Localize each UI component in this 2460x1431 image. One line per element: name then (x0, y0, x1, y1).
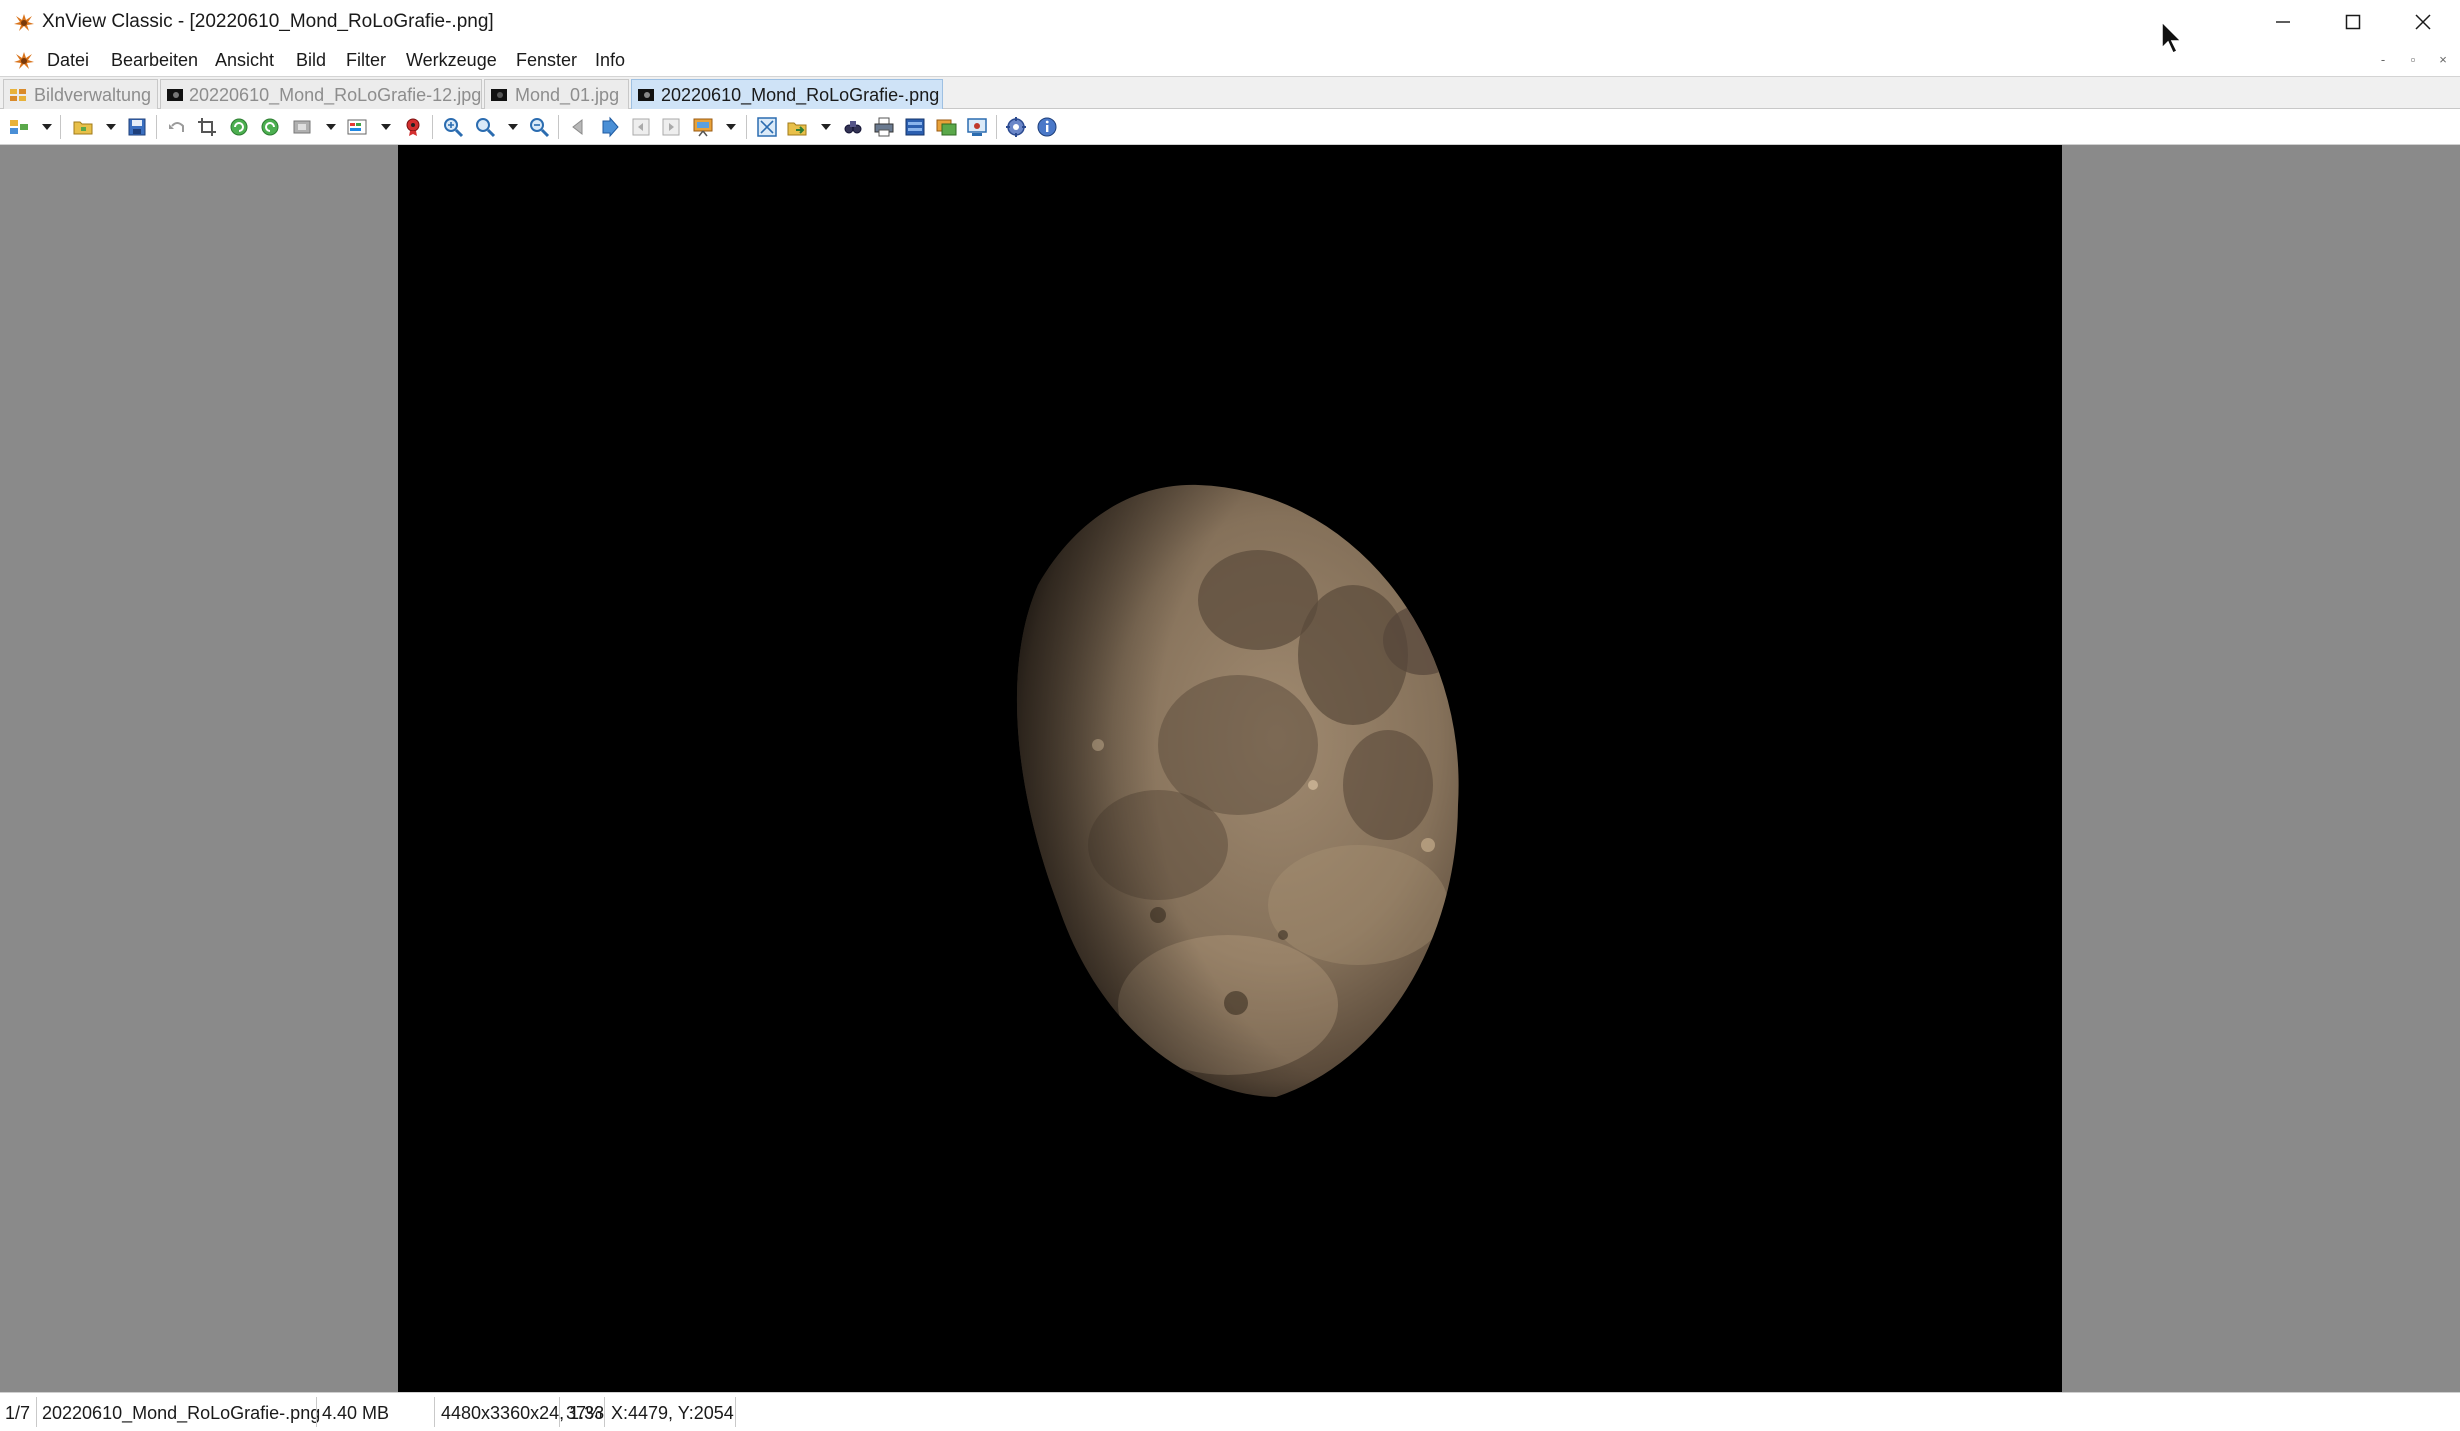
red-eye-icon[interactable] (402, 116, 424, 138)
xnview-app-icon (14, 14, 34, 31)
tab-bar: Bildverwaltung 20220610_Mond_RoLoGrafie-… (0, 76, 2460, 109)
chevron-down-icon[interactable] (508, 124, 518, 130)
menu-info[interactable]: Info (595, 49, 625, 71)
tab-label: Bildverwaltung (34, 85, 152, 105)
mdi-close-button[interactable]: × (2435, 52, 2451, 68)
status-bar: 1/7 20220610_Mond_RoLoGrafie-.png 4.40 M… (0, 1392, 2460, 1431)
zoom-icon[interactable] (474, 116, 496, 138)
crop-icon[interactable] (196, 116, 218, 138)
maximize-icon (2345, 14, 2361, 30)
tab-mond-01-jpg[interactable]: Mond_01.jpg (484, 79, 629, 109)
first-icon[interactable] (630, 116, 652, 138)
undo-icon[interactable] (166, 116, 188, 138)
find-icon[interactable] (842, 116, 864, 138)
toolbar-separator (60, 115, 61, 139)
toolbar-separator (432, 115, 433, 139)
previous-icon[interactable] (568, 116, 590, 138)
chevron-down-icon[interactable] (821, 124, 831, 130)
menu-fenster[interactable]: Fenster (516, 49, 577, 71)
mdi-restore-button[interactable]: ▫ (2405, 52, 2421, 68)
toolbar (0, 109, 2460, 145)
tab-mond-12-jpg[interactable]: 20220610_Mond_RoLoGrafie-12.jpg (160, 79, 482, 109)
menu-werkzeuge[interactable]: Werkzeuge (406, 49, 497, 71)
status-filename: 20220610_Mond_RoLoGrafie-.png (42, 1403, 321, 1423)
title-bar: XnView Classic - [20220610_Mond_RoLoGraf… (0, 0, 2460, 44)
print-icon[interactable] (873, 116, 895, 138)
screenshot-icon[interactable] (966, 116, 988, 138)
status-index: 1/7 (5, 1403, 31, 1423)
tab-label: Mond_01.jpg (515, 85, 620, 105)
status-separator (559, 1397, 560, 1427)
menu-bearbeiten[interactable]: Bearbeiten (111, 49, 198, 71)
image-viewer[interactable] (0, 145, 2460, 1392)
tab-mond-png[interactable]: 20220610_Mond_RoLoGrafie-.png (631, 79, 943, 109)
zoom-in-icon[interactable] (442, 116, 464, 138)
next-icon[interactable] (598, 116, 620, 138)
open-folder-icon[interactable] (72, 116, 94, 138)
last-icon[interactable] (660, 116, 682, 138)
capture-icon[interactable] (935, 116, 957, 138)
settings-icon[interactable] (1005, 116, 1027, 138)
slideshow-icon[interactable] (692, 116, 714, 138)
menu-bar: Datei Bearbeiten Ansicht Bild Filter Wer… (0, 44, 2460, 76)
tab-label: 20220610_Mond_RoLoGrafie-12.jpg (189, 85, 482, 105)
window-title: XnView Classic - [20220610_Mond_RoLoGraf… (42, 11, 494, 32)
chevron-down-icon[interactable] (106, 124, 116, 130)
close-icon (2415, 14, 2431, 30)
toolbar-separator (558, 115, 559, 139)
chevron-down-icon[interactable] (326, 124, 336, 130)
status-separator (604, 1397, 605, 1427)
resize-icon[interactable] (292, 116, 314, 138)
menu-ansicht[interactable]: Ansicht (215, 49, 274, 71)
browser-icon (10, 89, 26, 101)
mouse-cursor-icon (2161, 20, 2183, 55)
chevron-down-icon[interactable] (726, 124, 736, 130)
status-zoom: 37% (566, 1403, 603, 1423)
status-filesize: 4.40 MB (322, 1403, 390, 1423)
toolbar-separator (156, 115, 157, 139)
menu-bild[interactable]: Bild (296, 49, 326, 71)
toolbar-separator (996, 115, 997, 139)
tab-label: 20220610_Mond_RoLoGrafie-.png (661, 85, 940, 105)
status-separator (316, 1397, 317, 1427)
xnview-menu-icon[interactable] (12, 49, 36, 71)
tab-bildverwaltung[interactable]: Bildverwaltung (3, 79, 158, 109)
status-coordinates: X:4479, Y:2054 (611, 1403, 734, 1423)
scan-icon[interactable] (904, 116, 926, 138)
status-separator (36, 1397, 37, 1427)
image-thumb-icon (638, 89, 654, 101)
mdi-minimize-button[interactable]: - (2375, 52, 2391, 68)
maximize-button[interactable] (2318, 0, 2388, 44)
fullscreen-icon[interactable] (756, 116, 778, 138)
rotate-right-icon[interactable] (259, 116, 281, 138)
chevron-down-icon[interactable] (381, 124, 391, 130)
menu-datei[interactable]: Datei (47, 49, 89, 71)
info-icon[interactable] (1036, 116, 1058, 138)
menu-filter[interactable]: Filter (346, 49, 386, 71)
moon-image (1016, 484, 1459, 1097)
status-separator (735, 1397, 736, 1427)
moon-photo (398, 145, 2062, 1392)
close-button[interactable] (2388, 0, 2458, 44)
adjust-icon[interactable] (346, 116, 368, 138)
minimize-icon (2276, 21, 2290, 23)
image-thumb-icon (167, 89, 183, 101)
save-icon[interactable] (126, 116, 148, 138)
browser-icon[interactable] (8, 116, 30, 138)
image-thumb-icon (491, 89, 507, 101)
rotate-left-icon[interactable] (228, 116, 250, 138)
toolbar-separator (746, 115, 747, 139)
chevron-down-icon[interactable] (42, 124, 52, 130)
status-separator (434, 1397, 435, 1427)
zoom-out-icon[interactable] (528, 116, 550, 138)
export-icon[interactable] (786, 116, 808, 138)
minimize-button[interactable] (2248, 0, 2318, 44)
